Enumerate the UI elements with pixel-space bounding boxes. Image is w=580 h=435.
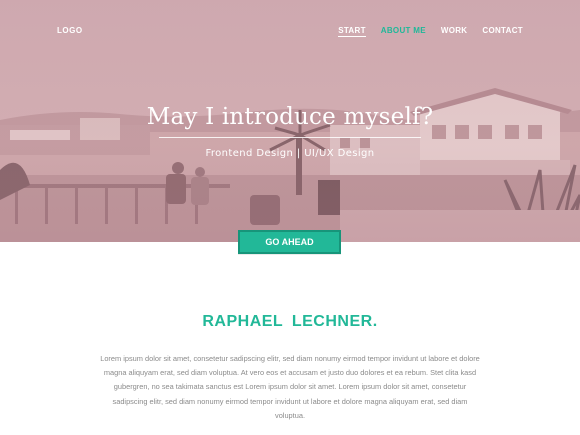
go-ahead-button[interactable]: GO AHEAD (238, 230, 341, 254)
logo[interactable]: LOGO (57, 26, 83, 35)
nav-item-start[interactable]: START (338, 26, 366, 37)
profile-name: RAPHAEL LECHNER. (202, 313, 378, 330)
nav-item-contact[interactable]: CONTACT (482, 26, 523, 37)
hero-subtitle: Frontend Design | UI/UX Design (205, 148, 375, 159)
profile-bio: Lorem ipsum dolor sit amet, consetetur s… (100, 354, 480, 420)
hero-divider (159, 137, 421, 138)
nav-item-about-me[interactable]: ABOUT ME (381, 26, 426, 37)
main-navigation: START ABOUT ME WORK CONTACT (338, 26, 523, 37)
hero-title: May I introduce myself? (146, 104, 434, 130)
nav-item-work[interactable]: WORK (441, 26, 468, 37)
hero-section: LOGO START ABOUT ME WORK CONTACT May I i… (0, 0, 580, 242)
